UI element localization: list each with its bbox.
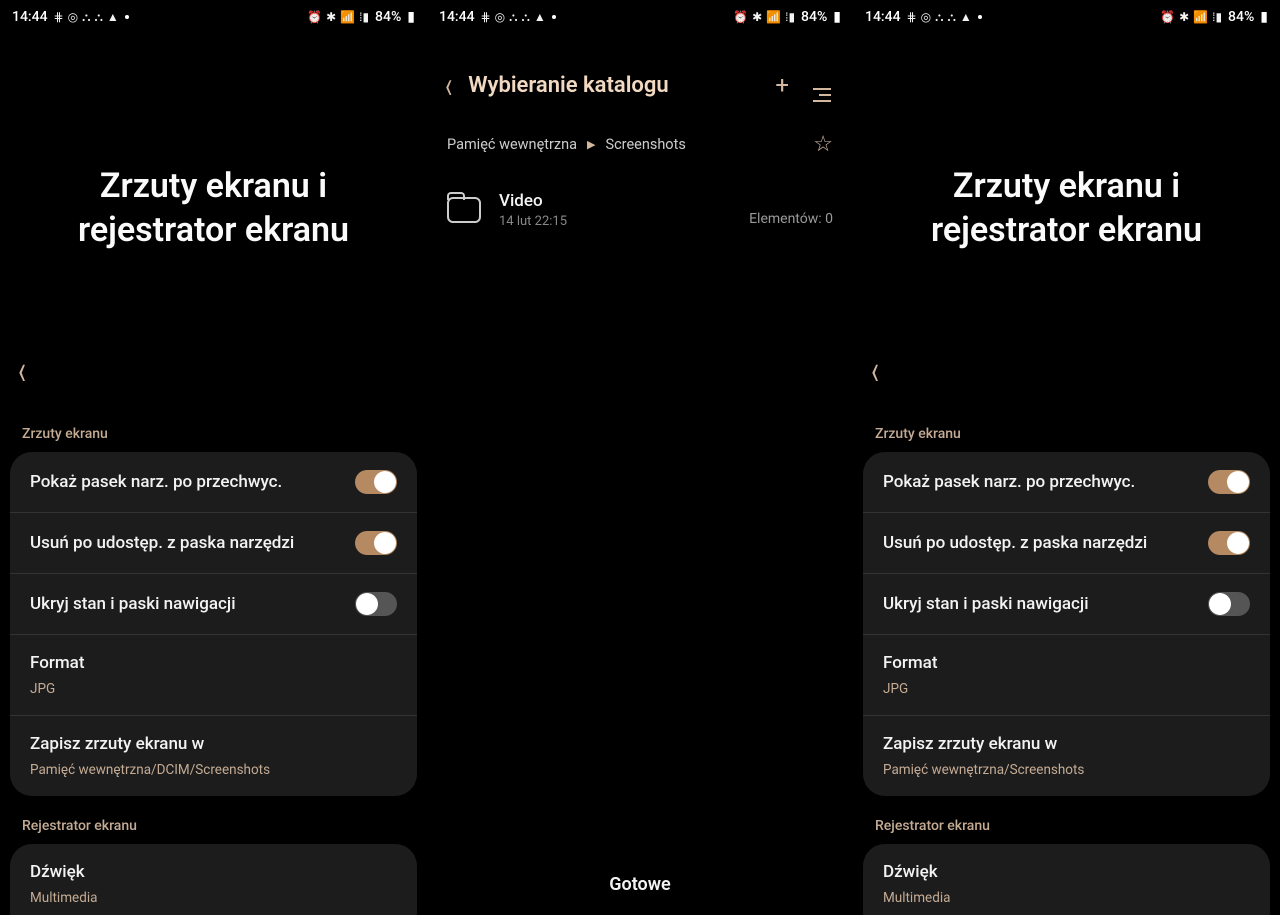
setting-label: Usuń po udostęp. z paska narzędzi (30, 533, 345, 553)
status-dot-icon (125, 15, 129, 19)
setting-label: Zapisz zrzuty ekranu w (30, 734, 397, 754)
setting-label: Format (883, 653, 1250, 673)
setting-label: Format (30, 653, 397, 673)
screenshots-card: Pokaż pasek narz. po przechwyc. Usuń po … (863, 452, 1270, 796)
hamburger-icon (813, 88, 831, 102)
page-title: Zrzuty ekranu i rejestrator ekranu (873, 164, 1260, 252)
setting-label: Dźwięk (883, 862, 1250, 882)
status-dot-icon (978, 15, 982, 19)
status-notif-icons: ⋕◎⛬⛬▲ (907, 10, 972, 25)
section-header-recorder: Rejestrator ekranu (0, 818, 427, 844)
setting-sound[interactable]: Dźwięk Multimedia (10, 844, 417, 915)
battery-icon: ▮ (833, 9, 841, 25)
status-time: 14:44 (865, 9, 901, 25)
folder-name: Video (499, 191, 567, 211)
status-battery: 84% (801, 9, 827, 25)
folder-icon (447, 197, 481, 223)
status-system-icons: ⏰✱📶⁞▮ (733, 10, 795, 24)
folder-item[interactable]: Video 14 lut 22:15 Elementów: 0 (437, 179, 843, 241)
setting-value: Multimedia (883, 890, 950, 906)
setting-value: JPG (883, 681, 908, 697)
status-notif-icons: ⋕◎⛬⛬▲ (54, 10, 119, 25)
setting-label: Pokaż pasek narz. po przechwyc. (30, 472, 345, 492)
toggle-show-toolbar[interactable] (355, 470, 397, 494)
back-button[interactable]: ‹ (18, 347, 26, 395)
status-time: 14:44 (439, 9, 475, 25)
breadcrumb-leaf[interactable]: Screenshots (605, 136, 685, 153)
recorder-card: Dźwięk Multimedia Jakość wideo Wysoka (1… (10, 844, 417, 915)
setting-delete-after-share[interactable]: Usuń po udostęp. z paska narzędzi (10, 513, 417, 574)
setting-hide-bars[interactable]: Ukryj stan i paski nawigacji (10, 574, 417, 635)
setting-label: Zapisz zrzuty ekranu w (883, 734, 1250, 754)
status-bar: 14:44 ⋕◎⛬⛬▲ ⏰✱📶⁞▮ 84% ▮ (0, 0, 427, 34)
picker-title: Wybieranie katalogu (468, 73, 755, 98)
toggle-delete-after-share[interactable] (1208, 531, 1250, 555)
setting-delete-after-share[interactable]: Usuń po udostęp. z paska narzędzi (863, 513, 1270, 574)
section-header-screenshots: Zrzuty ekranu (0, 426, 427, 452)
breadcrumb: Pamięć wewnętrzna ▶ Screenshots ☆ (427, 116, 853, 173)
setting-sound[interactable]: Dźwięk Multimedia (863, 844, 1270, 915)
setting-show-toolbar[interactable]: Pokaż pasek narz. po przechwyc. (863, 452, 1270, 513)
battery-icon: ▮ (407, 9, 415, 25)
setting-save-location[interactable]: Zapisz zrzuty ekranu w Pamięć wewnętrzna… (863, 716, 1270, 796)
screen-directory-picker: 14:44 ⋕◎⛬⛬▲ ⏰✱📶⁞▮ 84% ▮ ‹ Wybieranie kat… (427, 0, 853, 915)
toggle-show-toolbar[interactable] (1208, 470, 1250, 494)
screenshots-card: Pokaż pasek narz. po przechwyc. Usuń po … (10, 452, 417, 796)
section-header-recorder: Rejestrator ekranu (853, 818, 1280, 844)
menu-button[interactable] (809, 64, 835, 106)
screen-settings-right: 14:44 ⋕◎⛬⛬▲ ⏰✱📶⁞▮ 84% ▮ Zrzuty ekranu i … (853, 0, 1280, 915)
picker-header: ‹ Wybieranie katalogu (427, 34, 853, 116)
back-button[interactable]: ‹ (871, 347, 879, 395)
setting-value: JPG (30, 681, 55, 697)
setting-label: Ukryj stan i paski nawigacji (30, 594, 345, 614)
setting-show-toolbar[interactable]: Pokaż pasek narz. po przechwyc. (10, 452, 417, 513)
status-notif-icons: ⋕◎⛬⛬▲ (481, 10, 546, 25)
setting-label: Dźwięk (30, 862, 397, 882)
setting-label: Usuń po udostęp. z paska narzędzi (883, 533, 1198, 553)
page-title: Zrzuty ekranu i rejestrator ekranu (20, 164, 407, 252)
battery-icon: ▮ (1260, 9, 1268, 25)
setting-value: Multimedia (30, 890, 97, 906)
toggle-delete-after-share[interactable] (355, 531, 397, 555)
folder-date: 14 lut 22:15 (499, 214, 567, 229)
status-system-icons: ⏰✱📶⁞▮ (1160, 10, 1222, 24)
setting-value: Pamięć wewnętrzna/DCIM/Screenshots (30, 762, 270, 778)
folder-count: Elementów: 0 (749, 211, 833, 229)
section-header-screenshots: Zrzuty ekranu (853, 426, 1280, 452)
setting-label: Ukryj stan i paski nawigacji (883, 594, 1198, 614)
done-button[interactable]: Gotowe (427, 874, 853, 895)
toggle-hide-bars[interactable] (355, 592, 397, 616)
status-battery: 84% (1228, 9, 1254, 25)
page-title-block: Zrzuty ekranu i rejestrator ekranu (853, 164, 1280, 252)
new-folder-button[interactable] (771, 67, 793, 103)
setting-format[interactable]: Format JPG (10, 635, 417, 716)
status-system-icons: ⏰✱📶⁞▮ (307, 10, 369, 24)
chevron-right-icon: ▶ (587, 138, 595, 151)
back-button[interactable]: ‹ (445, 63, 452, 108)
favorite-button[interactable]: ☆ (813, 132, 833, 157)
recorder-card: Dźwięk Multimedia Jakość wideo Wysoka (1… (863, 844, 1270, 915)
folder-list: Video 14 lut 22:15 Elementów: 0 (427, 173, 853, 247)
status-battery: 84% (375, 9, 401, 25)
setting-label: Pokaż pasek narz. po przechwyc. (883, 472, 1198, 492)
setting-value: Pamięć wewnętrzna/Screenshots (883, 762, 1084, 778)
setting-hide-bars[interactable]: Ukryj stan i paski nawigacji (863, 574, 1270, 635)
status-time: 14:44 (12, 9, 48, 25)
setting-save-location[interactable]: Zapisz zrzuty ekranu w Pamięć wewnętrzna… (10, 716, 417, 796)
status-dot-icon (552, 15, 556, 19)
setting-format[interactable]: Format JPG (863, 635, 1270, 716)
toggle-hide-bars[interactable] (1208, 592, 1250, 616)
status-bar: 14:44 ⋕◎⛬⛬▲ ⏰✱📶⁞▮ 84% ▮ (853, 0, 1280, 34)
screen-settings-left: 14:44 ⋕◎⛬⛬▲ ⏰✱📶⁞▮ 84% ▮ Zrzuty ekranu i … (0, 0, 427, 915)
status-bar: 14:44 ⋕◎⛬⛬▲ ⏰✱📶⁞▮ 84% ▮ (427, 0, 853, 34)
breadcrumb-root[interactable]: Pamięć wewnętrzna (447, 136, 577, 153)
page-title-block: Zrzuty ekranu i rejestrator ekranu (0, 164, 427, 252)
